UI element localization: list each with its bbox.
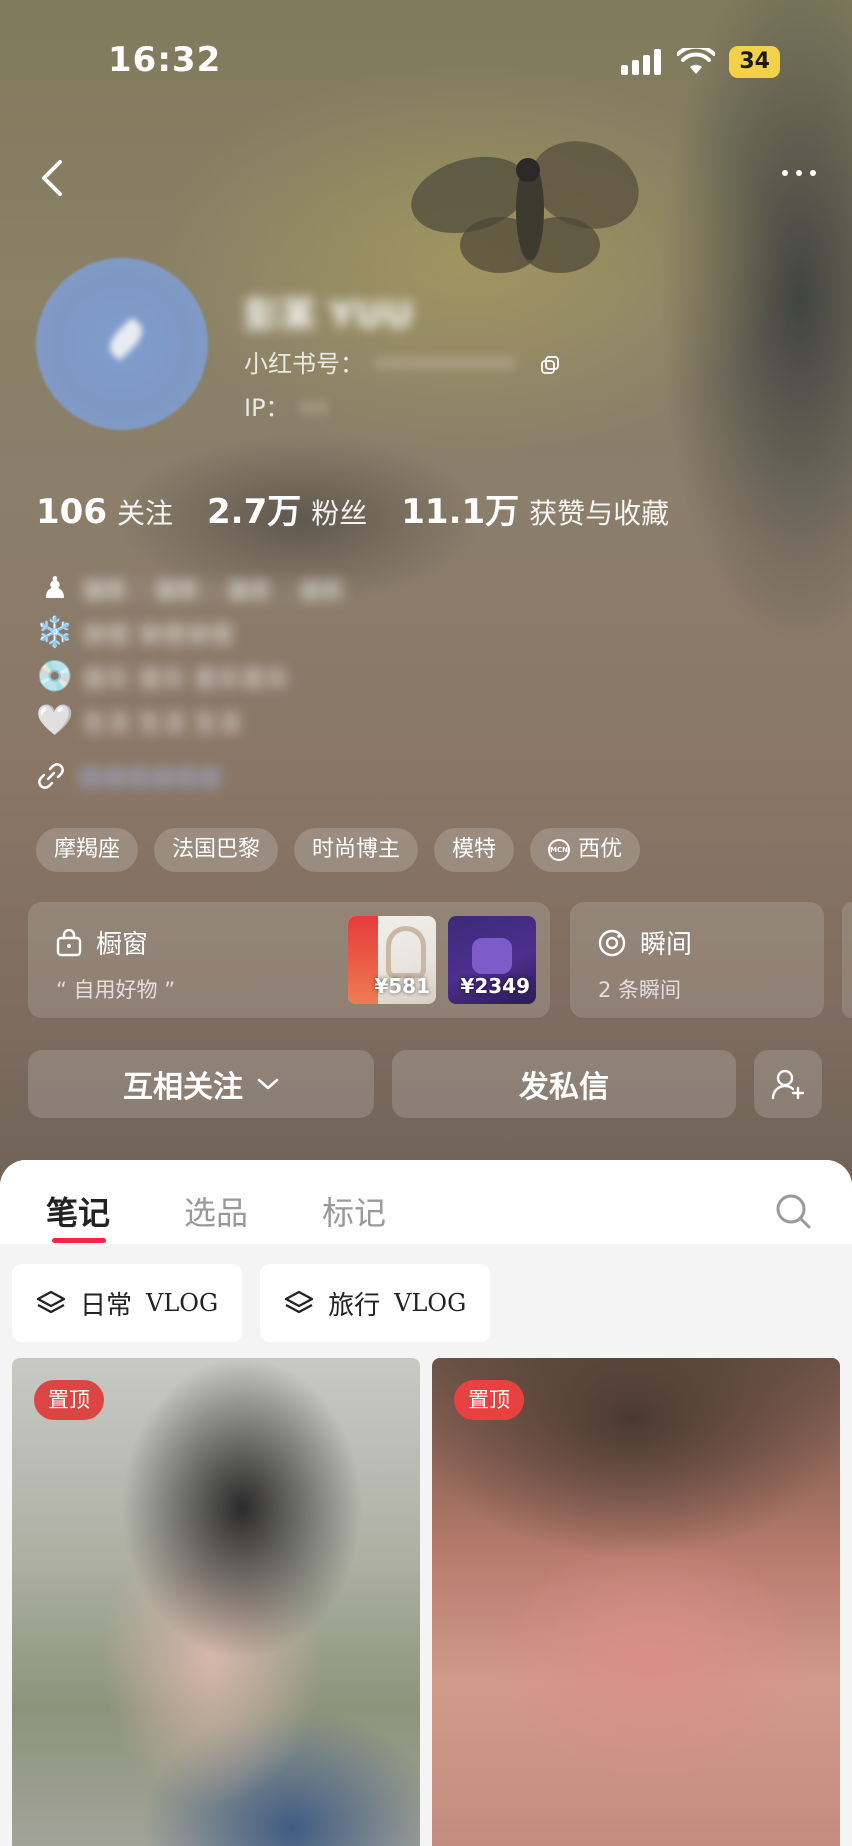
shop-window-title: 橱窗: [56, 924, 148, 961]
tab-selections[interactable]: 选品: [184, 1188, 248, 1234]
product-price: ¥581: [374, 974, 430, 998]
moments-title: 瞬间: [598, 924, 692, 961]
mutual-follow-button[interactable]: 互相关注: [28, 1050, 374, 1118]
note-card[interactable]: 置顶: [432, 1358, 840, 1846]
link-text: 链接链接链接: [78, 764, 222, 792]
moth-illustration: [411, 141, 639, 273]
album-travel-vlog[interactable]: 旅行 VLOG: [260, 1264, 491, 1342]
bio-line: 💿 音乐 音乐 音乐音乐: [36, 658, 290, 694]
bio: ♟ 摄影｜摄影｜摄影｜摄影 ❄️ 穿搭 穿搭穿搭 💿 音乐 音乐 音乐音乐 🤍 …: [36, 566, 346, 742]
snowflake-icon: ❄️: [36, 614, 74, 650]
status-icons: 34: [621, 46, 780, 78]
tag-list: 摩羯座 法国巴黎 时尚博主 模特 MCN 西优: [36, 828, 641, 872]
tab-notes[interactable]: 笔记: [46, 1188, 110, 1234]
product-thumbnail[interactable]: ¥581: [348, 916, 436, 1004]
stats-row: 106 关注 2.7万 粉丝 11.1万 获赞与收藏: [36, 484, 669, 533]
bio-line: ♟ 摄影｜摄影｜摄影｜摄影: [36, 566, 346, 610]
shopping-bag-icon: [56, 928, 82, 956]
content-tabs: 笔记 选品 标记: [0, 1160, 852, 1244]
stat-following[interactable]: 106 关注: [36, 492, 173, 532]
add-user-icon: [771, 1069, 805, 1100]
tab-marks[interactable]: 标记: [322, 1188, 386, 1234]
status-time: 16:32: [108, 40, 222, 80]
battery-indicator: 34: [729, 46, 780, 78]
product-price: ¥2349: [460, 974, 530, 998]
more-options-icon[interactable]: [782, 170, 816, 176]
ip-label: IP：: [244, 394, 290, 422]
link-icon: [38, 762, 64, 789]
mcn-icon: MCN: [548, 839, 571, 861]
layers-icon: [284, 1290, 314, 1314]
bio-line: 🤍 生活 生活 生活: [36, 702, 242, 738]
product-thumbnail[interactable]: ¥2349: [448, 916, 536, 1004]
active-tab-indicator: [52, 1238, 106, 1243]
shop-window-subtitle: “ 自用好物 ”: [56, 978, 176, 1002]
copy-icon[interactable]: [541, 356, 560, 374]
content-sheet: 笔记 选品 标记 日常 VLOG 旅行 VLOG 置顶 置顶: [0, 1160, 852, 1846]
album-daily-vlog[interactable]: 日常 VLOG: [12, 1264, 243, 1342]
ip-value: ••: [299, 394, 328, 422]
chevron-down-icon: [257, 1078, 279, 1090]
pinned-badge: 置顶: [34, 1380, 104, 1420]
redid-value: ••••••••••: [374, 350, 516, 378]
next-card-edge: [842, 902, 852, 1018]
send-message-button[interactable]: 发私信: [392, 1050, 736, 1118]
mcn-label: 西优: [578, 837, 623, 862]
tag-mcn[interactable]: MCN 西优: [530, 828, 641, 872]
cellular-signal-icon: [621, 49, 662, 75]
avatar[interactable]: [36, 258, 208, 430]
nickname: 彭某 YUU: [244, 295, 414, 336]
album-list: 日常 VLOG 旅行 VLOG: [12, 1264, 491, 1342]
profile-link[interactable]: 链接链接链接: [36, 758, 222, 793]
pinned-badge: 置顶: [454, 1380, 524, 1420]
tag-model[interactable]: 模特: [434, 828, 515, 872]
camera-shutter-icon: [598, 929, 626, 956]
redid-label: 小红书号：: [244, 350, 364, 378]
stat-likes-collects[interactable]: 11.1万 获赞与收藏: [401, 484, 669, 533]
disc-icon: 💿: [36, 658, 74, 694]
note-card[interactable]: 置顶: [12, 1358, 420, 1846]
bio-line: ❄️ 穿搭 穿搭穿搭: [36, 614, 234, 650]
moments-card[interactable]: 瞬间 2 条瞬间: [570, 902, 824, 1018]
tag-zodiac[interactable]: 摩羯座: [36, 828, 139, 872]
ip-line: IP： ••: [244, 388, 328, 423]
tag-fashion-blogger[interactable]: 时尚博主: [294, 828, 419, 872]
add-friend-button[interactable]: [754, 1050, 822, 1118]
shop-window-card[interactable]: 橱窗 “ 自用好物 ” ¥581 ¥2349: [28, 902, 550, 1018]
layers-icon: [36, 1290, 66, 1314]
white-heart-icon: 🤍: [36, 702, 74, 738]
stat-followers[interactable]: 2.7万 粉丝: [207, 484, 367, 533]
wifi-icon: [677, 48, 716, 74]
back-arrow-icon[interactable]: [38, 158, 68, 198]
tag-location[interactable]: 法国巴黎: [154, 828, 279, 872]
search-icon[interactable]: [774, 1192, 812, 1230]
moments-subtitle: 2 条瞬间: [598, 978, 682, 1002]
redid-line: 小红书号： ••••••••••: [244, 344, 560, 379]
chess-pawn-icon: ♟: [41, 570, 69, 606]
